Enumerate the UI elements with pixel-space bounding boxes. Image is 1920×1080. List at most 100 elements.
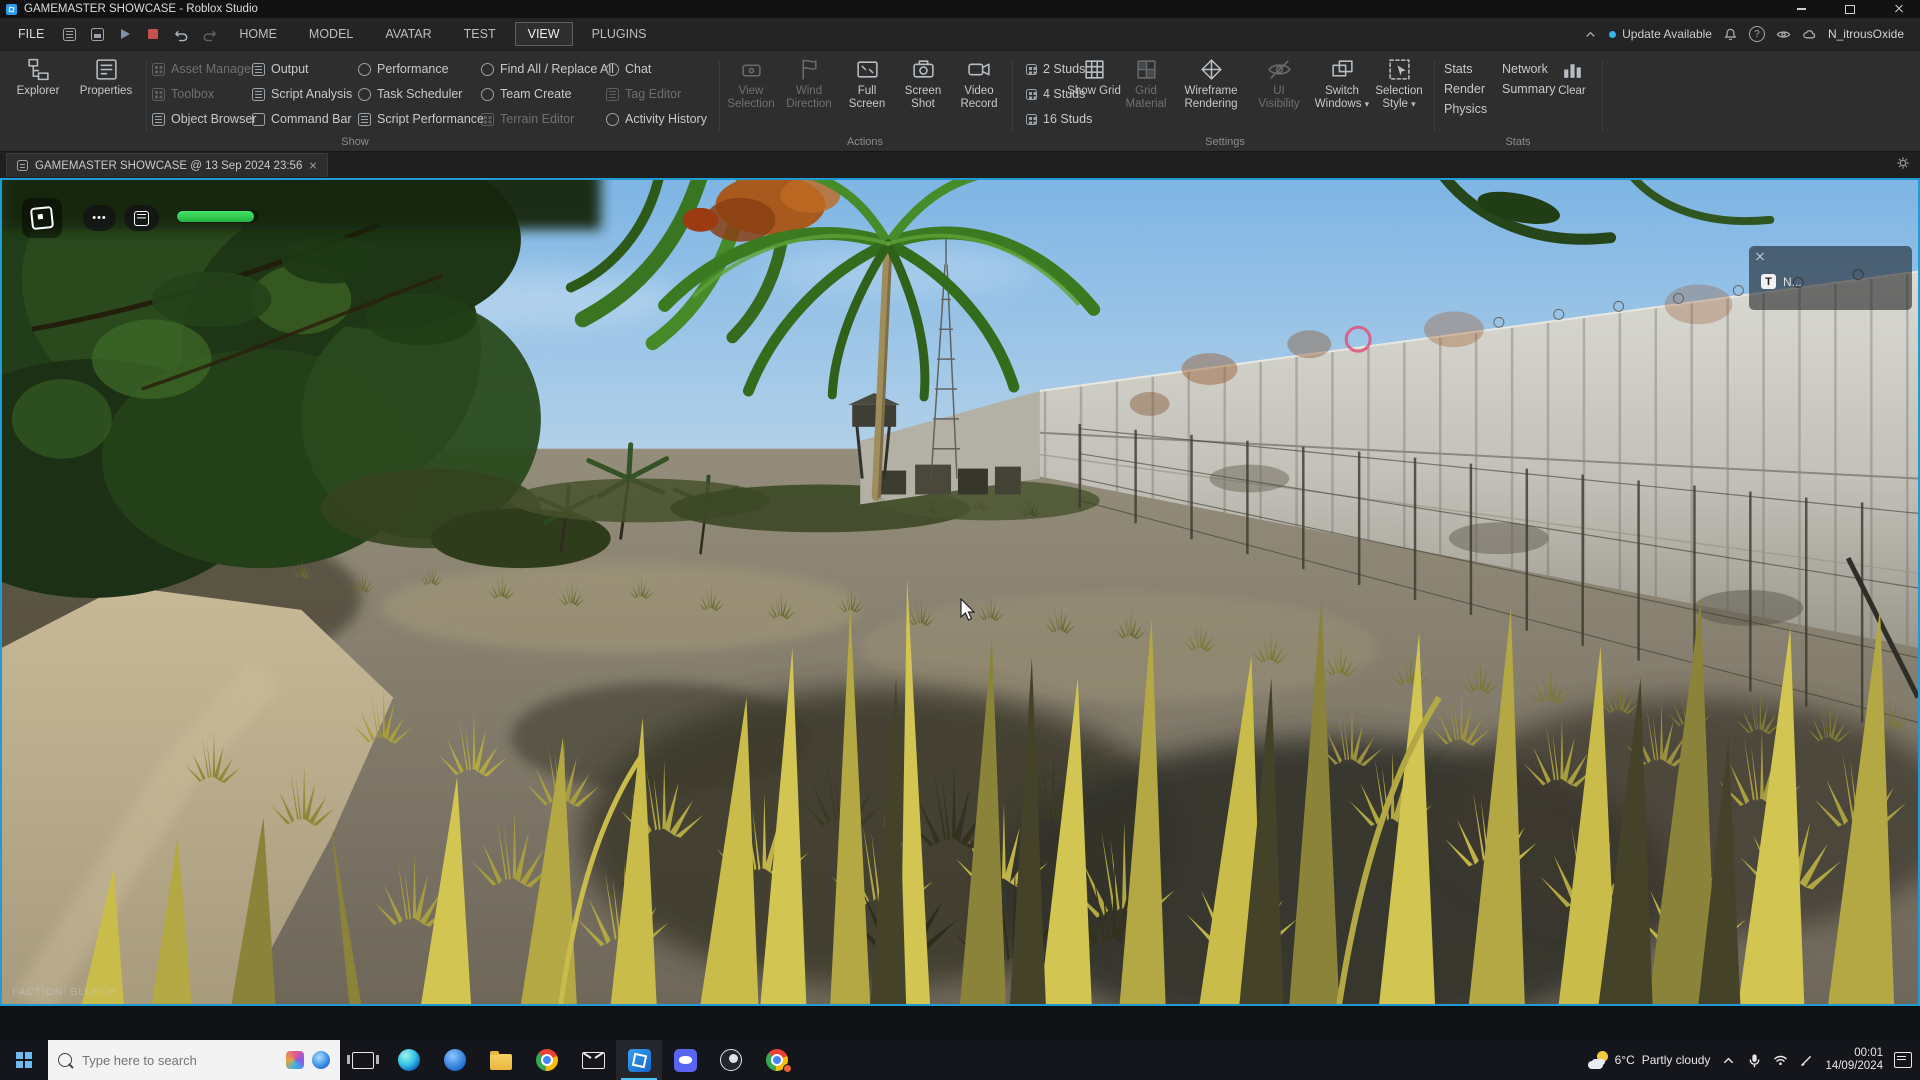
view-selection-button[interactable]: View Selection (722, 57, 780, 110)
full-screen-button[interactable]: Full Screen (838, 57, 896, 110)
switch-windows-button[interactable]: Switch Windows ▾ (1314, 57, 1370, 110)
stats-item-physics[interactable]: Physics (1444, 99, 1487, 119)
clock-widget[interactable]: 00:01 14/09/2024 (1825, 1047, 1883, 1074)
clear-stats-button[interactable]: Clear (1548, 57, 1596, 98)
network-icon[interactable] (1773, 1053, 1788, 1068)
show-item-output[interactable]: Output (252, 59, 352, 79)
update-available-button[interactable]: Update Available (1609, 27, 1712, 41)
viewport-3d[interactable]: ••• T N... FACTION: BLUFOR (0, 178, 1920, 1006)
ribbon-view-tab: Explorer Properties Asset Manager Toolbo… (0, 51, 1920, 152)
search-input[interactable] (80, 1052, 278, 1069)
tray-overflow-button[interactable] (1721, 1053, 1736, 1068)
properties-button[interactable]: Properties (74, 57, 138, 98)
full-screen-icon (855, 57, 880, 82)
taskbar-app-file-explorer[interactable] (478, 1040, 524, 1080)
tag-editor-icon (606, 88, 619, 101)
minimize-button[interactable] (1780, 0, 1822, 18)
show-item-object-browser[interactable]: Object Browser (152, 109, 256, 129)
game-list-button[interactable] (124, 205, 159, 231)
wireframe-rendering-button[interactable]: Wireframe Rendering (1170, 57, 1252, 110)
collapse-ribbon-button[interactable] (1583, 27, 1598, 42)
game-menu-button[interactable] (22, 198, 62, 238)
search-highlight-icon[interactable] (286, 1051, 304, 1069)
stud-16-icon (1026, 114, 1037, 125)
stats-item-stats[interactable]: Stats (1444, 59, 1487, 79)
show-item-task-scheduler[interactable]: Task Scheduler (358, 84, 484, 104)
stop-button[interactable] (140, 23, 166, 45)
tab-avatar[interactable]: AVATAR (372, 22, 444, 46)
document-tab[interactable]: GAMEMASTER SHOWCASE @ 13 Sep 2024 23:56 (6, 153, 328, 177)
game-overflow-button[interactable]: ••• (83, 205, 116, 231)
close-button[interactable] (1878, 0, 1920, 18)
performance-icon (358, 63, 371, 76)
show-item-script-analysis[interactable]: Script Analysis (252, 84, 352, 104)
tab-model[interactable]: MODEL (296, 22, 366, 46)
dropdown-caret-icon: ▾ (1365, 99, 1370, 109)
tab-settings-gear-icon[interactable] (1896, 156, 1910, 175)
undo-button[interactable] (168, 23, 194, 45)
explorer-button[interactable]: Explorer (6, 57, 70, 98)
taskbar-app-chrome[interactable] (524, 1040, 570, 1080)
maximize-button[interactable] (1829, 0, 1871, 18)
screen-shot-button[interactable]: Screen Shot (894, 57, 952, 110)
weather-widget[interactable]: 6°C Partly cloudy (1588, 1051, 1711, 1069)
window-title: GAMEMASTER SHOWCASE - Roblox Studio (24, 3, 258, 15)
show-item-script-performance[interactable]: Script Performance (358, 109, 484, 129)
weather-condition: Partly cloudy (1642, 1053, 1711, 1067)
stud-option-16[interactable]: 16 Studs (1026, 109, 1092, 129)
taskbar-search[interactable] (48, 1040, 340, 1080)
stats-item-render[interactable]: Render (1444, 79, 1487, 99)
taskbar-app-discord[interactable] (662, 1040, 708, 1080)
show-item-find-all[interactable]: Find All / Replace All (481, 59, 614, 79)
notification-close-icon[interactable] (1755, 252, 1765, 262)
show-item-team-create[interactable]: Team Create (481, 84, 614, 104)
task-view-button[interactable] (340, 1040, 386, 1080)
taskbar-app-obs[interactable] (708, 1040, 754, 1080)
taskbar-app-mail[interactable] (570, 1040, 616, 1080)
show-item-tag-editor[interactable]: Tag Editor (606, 84, 707, 104)
show-item-performance[interactable]: Performance (358, 59, 484, 79)
tab-test[interactable]: TEST (451, 22, 509, 46)
ui-visibility-button[interactable]: UI Visibility (1251, 57, 1307, 110)
show-item-asset-manager[interactable]: Asset Manager (152, 59, 256, 79)
show-item-terrain-editor[interactable]: Terrain Editor (481, 109, 614, 129)
start-button[interactable] (0, 1040, 48, 1080)
video-record-button[interactable]: Video Record (950, 57, 1008, 110)
taskbar-app-browser[interactable] (432, 1040, 478, 1080)
show-item-command-bar[interactable]: Command Bar (252, 109, 352, 129)
show-item-chat[interactable]: Chat (606, 59, 707, 79)
save-button[interactable] (84, 23, 110, 45)
play-button[interactable] (112, 23, 138, 45)
notifications-button[interactable] (1723, 27, 1738, 42)
show-item-activity-history[interactable]: Activity History (606, 109, 707, 129)
pen-icon[interactable] (1799, 1053, 1814, 1068)
tab-view[interactable]: VIEW (515, 22, 573, 46)
visibility-button[interactable] (1776, 27, 1791, 42)
document-tab-close-icon[interactable] (309, 162, 317, 170)
show-grid-button[interactable]: Show Grid (1067, 57, 1121, 98)
properties-label: Properties (80, 85, 132, 98)
action-center-icon[interactable] (1894, 1052, 1912, 1068)
taskbar-app-chrome-profile[interactable] (754, 1040, 800, 1080)
notification-panel: T N... (1749, 246, 1912, 310)
grid-material-button[interactable]: Grid Material (1118, 57, 1174, 110)
redo-button[interactable] (196, 23, 222, 45)
tab-plugins[interactable]: PLUGINS (579, 22, 660, 46)
taskbar-app-edge[interactable] (386, 1040, 432, 1080)
show-group-col3: Performance Task Scheduler Script Perfor… (358, 59, 484, 129)
search-rewards-icon[interactable] (312, 1051, 330, 1069)
help-button[interactable]: ? (1749, 26, 1765, 42)
terrain-editor-icon (481, 113, 494, 126)
microphone-icon[interactable] (1747, 1053, 1762, 1068)
system-tray: 6°C Partly cloudy 00:01 14/09/2024 (1588, 1040, 1920, 1080)
show-item-toolbox[interactable]: Toolbox (152, 84, 256, 104)
username[interactable]: N_itrousOxide (1828, 27, 1904, 41)
show-group-col5: Chat Tag Editor Activity History (606, 59, 707, 129)
tab-home[interactable]: HOME (226, 22, 290, 46)
wind-direction-button[interactable]: Wind Direction (780, 57, 838, 110)
new-document-button[interactable] (56, 23, 82, 45)
cloud-button[interactable] (1802, 27, 1817, 42)
selection-style-button[interactable]: Selection Style ▾ (1371, 57, 1427, 110)
taskbar-app-roblox-studio[interactable] (616, 1040, 662, 1080)
file-menu[interactable]: FILE (8, 23, 54, 45)
